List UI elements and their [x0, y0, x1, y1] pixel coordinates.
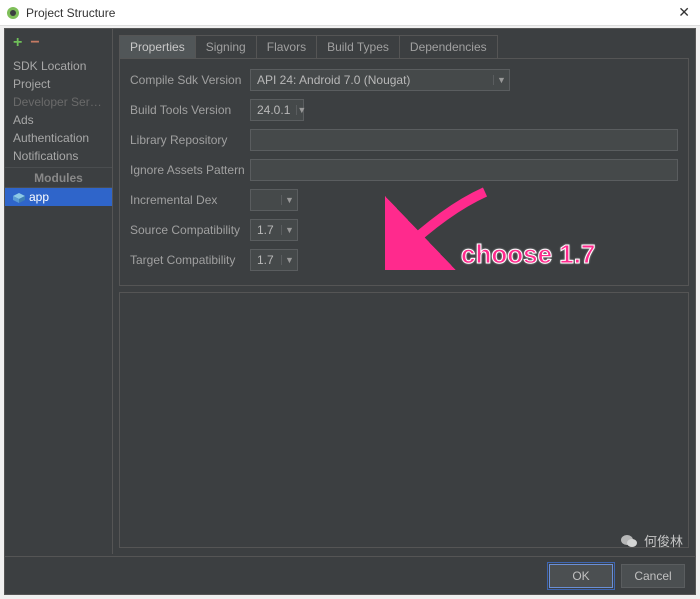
label-target-compat: Target Compatibility [130, 253, 250, 267]
build-tools-value: 24.0.1 [251, 103, 296, 117]
library-repo-input[interactable] [250, 129, 678, 151]
label-ignore-assets: Ignore Assets Pattern [130, 163, 250, 177]
chevron-down-icon: ▼ [493, 75, 509, 85]
label-incremental-dex: Incremental Dex [130, 193, 250, 207]
build-tools-select[interactable]: 24.0.1 ▼ [250, 99, 304, 121]
sidebar-item-project[interactable]: Project [5, 75, 112, 93]
sidebar-modules-header: Modules [5, 167, 112, 188]
target-compat-value: 1.7 [251, 253, 281, 267]
sidebar-item-notifications[interactable]: Notifications [5, 147, 112, 165]
tab-signing[interactable]: Signing [196, 36, 257, 58]
close-icon[interactable]: ✕ [674, 4, 694, 21]
compile-sdk-value: API 24: Android 7.0 (Nougat) [251, 73, 493, 87]
wechat-icon [620, 534, 638, 548]
sidebar-module-label: app [29, 190, 49, 204]
target-compat-select[interactable]: 1.7 ▼ [250, 249, 298, 271]
label-build-tools: Build Tools Version [130, 103, 250, 117]
label-library-repo: Library Repository [130, 133, 250, 147]
watermark-text: 何俊林 [644, 531, 683, 550]
sidebar-item-developer-services[interactable]: Developer Servic... [5, 93, 112, 111]
source-compat-select[interactable]: 1.7 ▼ [250, 219, 298, 241]
source-compat-value: 1.7 [251, 223, 281, 237]
properties-form: Compile Sdk Version API 24: Android 7.0 … [119, 58, 689, 286]
chevron-down-icon: ▼ [296, 105, 306, 115]
tab-properties[interactable]: Properties [120, 36, 196, 58]
chevron-down-icon: ▼ [281, 195, 297, 205]
incremental-dex-select[interactable]: ▼ [250, 189, 298, 211]
sidebar-item-ads[interactable]: Ads [5, 111, 112, 129]
tab-flavors[interactable]: Flavors [257, 36, 317, 58]
sidebar-module-app[interactable]: app [5, 188, 112, 206]
chevron-down-icon: ▼ [281, 225, 297, 235]
window-titlebar: Project Structure ✕ [0, 0, 700, 26]
label-source-compat: Source Compatibility [130, 223, 250, 237]
sidebar: + − SDK Location Project Developer Servi… [5, 29, 113, 554]
remove-module-button[interactable]: − [30, 35, 39, 51]
chevron-down-icon: ▼ [281, 255, 297, 265]
tab-bar: Properties Signing Flavors Build Types D… [119, 35, 498, 58]
label-compile-sdk: Compile Sdk Version [130, 73, 250, 87]
ignore-assets-input[interactable] [250, 159, 678, 181]
output-area [119, 292, 689, 548]
cancel-button[interactable]: Cancel [621, 564, 685, 588]
tab-dependencies[interactable]: Dependencies [400, 36, 497, 58]
sidebar-item-sdk-location[interactable]: SDK Location [5, 57, 112, 75]
sidebar-item-authentication[interactable]: Authentication [5, 129, 112, 147]
tab-build-types[interactable]: Build Types [317, 36, 400, 58]
dialog-body: + − SDK Location Project Developer Servi… [4, 28, 696, 595]
dialog-footer: OK Cancel [5, 556, 695, 594]
add-module-button[interactable]: + [13, 35, 22, 51]
main-panel: Properties Signing Flavors Build Types D… [119, 35, 689, 554]
app-icon [6, 6, 20, 20]
window-title: Project Structure [26, 6, 115, 20]
compile-sdk-select[interactable]: API 24: Android 7.0 (Nougat) ▼ [250, 69, 510, 91]
module-icon [13, 192, 25, 202]
watermark: 何俊林 [620, 531, 683, 550]
ok-button[interactable]: OK [549, 564, 613, 588]
